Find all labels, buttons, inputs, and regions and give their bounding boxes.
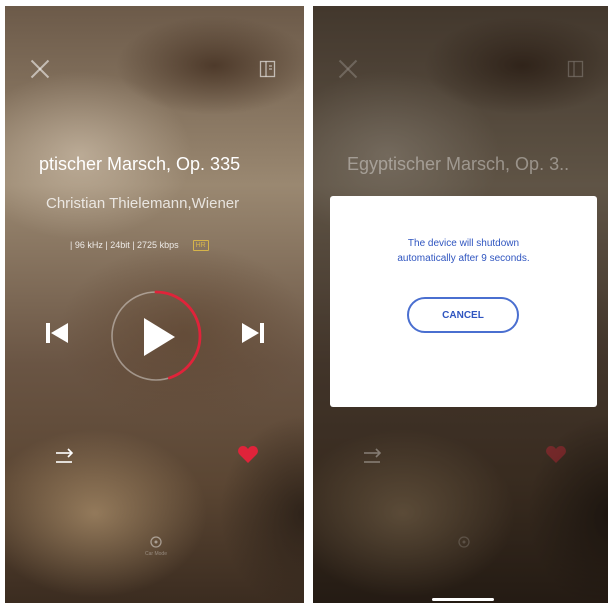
playlist-order-icon[interactable]	[53, 446, 77, 468]
favorite-heart-icon	[545, 444, 567, 464]
page-toggle-icon	[566, 59, 586, 79]
shutdown-dialog: The device will shutdown automatically a…	[330, 196, 597, 407]
shutdown-screen: Egyptischer Marsch, Op. 3.. The device w…	[313, 6, 608, 603]
shutdown-message-line1: The device will shutdown	[407, 238, 520, 249]
cancel-button[interactable]: CANCEL	[407, 297, 519, 333]
track-title: Egyptischer Marsch, Op. 3..	[347, 154, 570, 174]
car-mode-icon	[452, 534, 476, 558]
car-mode-label: Car Mode	[145, 551, 167, 557]
shutdown-message-line2: automatically after 9 seconds.	[397, 253, 530, 264]
favorite-heart-icon[interactable]	[237, 444, 259, 464]
hi-res-badge: HR	[192, 240, 209, 251]
next-track-icon[interactable]	[238, 318, 268, 348]
home-indicator-bar[interactable]	[432, 598, 494, 601]
play-icon[interactable]	[141, 317, 177, 357]
artist-name: Christian Thielemann,Wiener	[46, 195, 240, 212]
previous-track-icon[interactable]	[42, 318, 72, 348]
now-playing-screen: ptischer Marsch, Op. 335 Christian Thiel…	[5, 6, 304, 603]
close-icon	[338, 59, 358, 79]
track-title: ptischer Marsch, Op. 335	[39, 154, 241, 174]
close-icon[interactable]	[30, 59, 50, 79]
playlist-order-icon	[361, 446, 385, 468]
page-toggle-icon[interactable]	[258, 59, 278, 79]
audio-quality-info: | 96 kHz | 24bit | 2725 kbps HR	[70, 240, 209, 251]
audio-quality-text: | 96 kHz | 24bit | 2725 kbps	[70, 240, 179, 250]
shutdown-message: The device will shutdown automatically a…	[330, 236, 597, 266]
